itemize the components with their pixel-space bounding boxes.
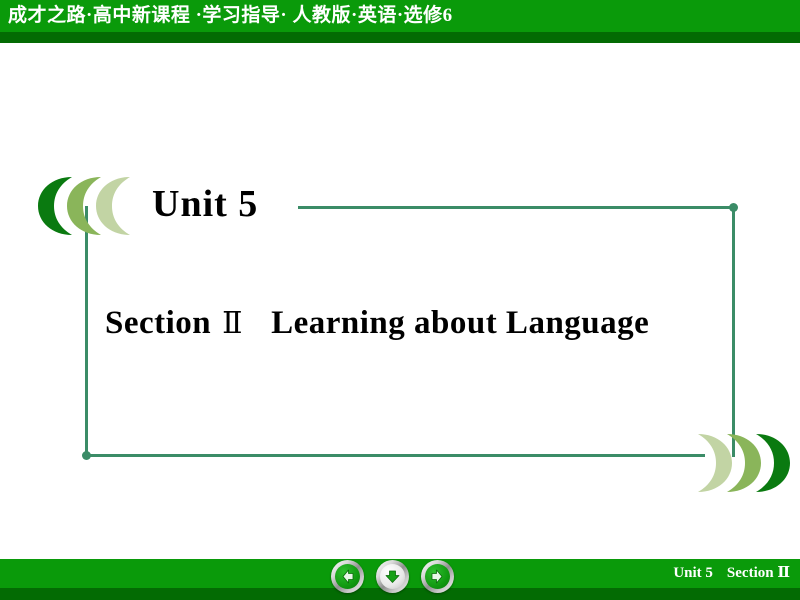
crescent-light-icon xyxy=(698,434,732,492)
crescent-dark-icon xyxy=(756,434,790,492)
crescent-mid-icon xyxy=(67,177,101,235)
frame-line-right xyxy=(732,206,735,457)
footer-section-numeral: Ⅱ xyxy=(777,565,790,581)
next-step-button[interactable] xyxy=(376,560,409,593)
crescent-mid-icon xyxy=(727,434,761,492)
arrow-right-icon xyxy=(425,564,450,589)
unit-heading: Unit 5 xyxy=(152,183,259,225)
section-heading: Section Ⅱ Learning about Language xyxy=(105,305,725,342)
section-name-label: Learning about Language xyxy=(271,305,650,341)
slide-content-area: Unit 5 Section Ⅱ Learning about Language xyxy=(0,43,800,559)
slide-navigation-controls xyxy=(331,559,454,595)
chevron-decoration-top-left xyxy=(38,177,138,235)
frame-line-left xyxy=(85,206,88,457)
footer-section-label: Section xyxy=(726,565,774,581)
footer-unit-label: Unit 5 xyxy=(673,565,713,581)
arrow-down-icon xyxy=(380,564,405,589)
frame-line-top xyxy=(298,206,735,209)
crescent-light-icon xyxy=(96,177,130,235)
frame-corner-dot-top-right xyxy=(729,203,738,212)
arrow-left-icon xyxy=(335,564,360,589)
crescent-dark-icon xyxy=(38,177,72,235)
section-numeral-label: Ⅱ xyxy=(222,307,244,340)
footer-breadcrumb: Unit 5 Section Ⅱ xyxy=(673,563,790,582)
next-slide-button[interactable] xyxy=(421,560,454,593)
header-bar-shadow xyxy=(0,32,800,43)
frame-line-bottom xyxy=(85,454,705,457)
section-prefix-label: Section xyxy=(105,305,212,341)
previous-slide-button[interactable] xyxy=(331,560,364,593)
frame-corner-dot-bottom-left xyxy=(82,451,91,460)
header-title: 成才之路·高中新课程 ·学习指导· 人教版·英语·选修6 xyxy=(8,5,453,26)
chevron-decoration-bottom-right xyxy=(690,434,790,492)
